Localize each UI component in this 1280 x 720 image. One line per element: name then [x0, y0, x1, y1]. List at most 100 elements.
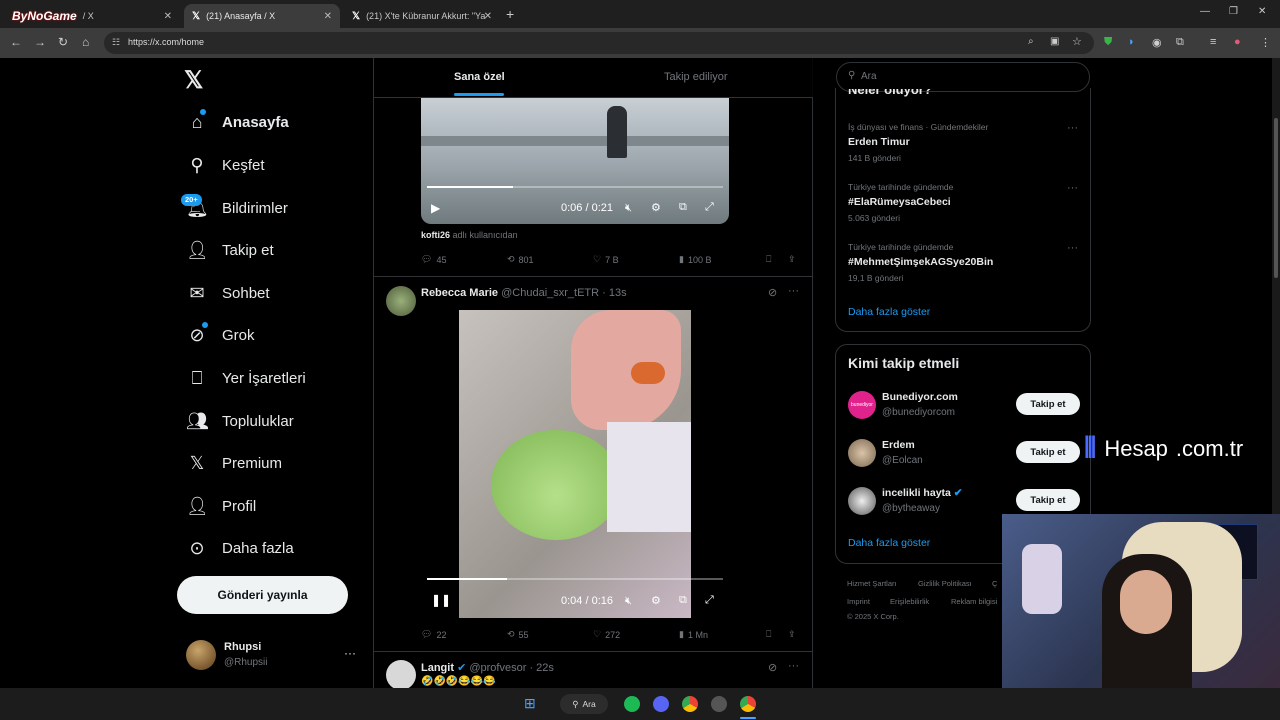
- minimize-icon[interactable]: —: [1200, 6, 1210, 17]
- scrollbar-thumb[interactable]: [1274, 118, 1278, 278]
- post-menu-icon[interactable]: ···: [788, 285, 799, 297]
- follow-button[interactable]: Takip et: [1016, 489, 1080, 511]
- credit-user[interactable]: kofti26: [421, 230, 450, 240]
- nav-grok[interactable]: ⊘ Grok: [186, 320, 254, 350]
- share-action[interactable]: ⇪: [788, 629, 796, 640]
- follow-button[interactable]: Takip et: [1016, 441, 1080, 463]
- restore-icon[interactable]: ❐: [1229, 6, 1238, 17]
- discord-icon[interactable]: [653, 696, 669, 712]
- suggestion-name[interactable]: Erdem: [882, 439, 915, 451]
- post3-handle[interactable]: @profvesor: [469, 662, 526, 674]
- footer-cookie[interactable]: Ç: [992, 579, 997, 588]
- pause-icon[interactable]: ❚❚: [431, 593, 451, 607]
- repost-action[interactable]: ⟲ 801: [507, 254, 534, 265]
- like-action[interactable]: ♡ 7 B: [593, 254, 619, 265]
- shield-extension-icon[interactable]: ⛊: [1104, 36, 1112, 49]
- suggestion-avatar[interactable]: [848, 439, 876, 467]
- post3-avatar[interactable]: [386, 660, 416, 688]
- bookmark-action[interactable]: ⎕: [766, 254, 771, 265]
- play-icon[interactable]: ▶: [431, 201, 440, 215]
- follow-show-more[interactable]: Daha fazla göster: [848, 537, 930, 549]
- bookmark-action[interactable]: ⎕: [766, 629, 771, 640]
- suggestion-name[interactable]: incelikli hayta: [882, 487, 951, 499]
- forward-icon[interactable]: →: [34, 35, 46, 49]
- post-menu-icon[interactable]: ···: [788, 660, 799, 672]
- nav-premium[interactable]: 𝕏 Premium: [186, 448, 282, 478]
- video-progress-track[interactable]: [427, 578, 723, 580]
- profile-avatar-icon[interactable]: ●: [1234, 36, 1241, 48]
- url-field[interactable]: ☷ https://x.com/home ⌕ ▣ ☆: [104, 32, 1094, 54]
- media-icon[interactable]: ≡: [1210, 36, 1216, 48]
- site-info-icon[interactable]: ☷: [112, 37, 120, 48]
- browser-tab-3[interactable]: 𝕏 (21) X'te Kübranur Akkurt: "Ya ✕: [344, 4, 500, 28]
- post2-avatar[interactable]: [386, 286, 416, 316]
- settings-icon[interactable]: ⚙: [651, 594, 661, 607]
- share-action[interactable]: ⇪: [788, 254, 796, 265]
- mute-icon[interactable]: 🔇︎: [625, 595, 632, 608]
- footer-privacy[interactable]: Gizlilik Politikası: [918, 579, 972, 588]
- trend-menu-icon[interactable]: ···: [1067, 242, 1078, 254]
- pip-icon[interactable]: ⧉: [679, 201, 687, 214]
- close-tab-icon[interactable]: ✕: [324, 11, 332, 22]
- close-tab-icon[interactable]: ✕: [164, 11, 172, 22]
- chrome-icon[interactable]: [682, 696, 698, 712]
- taskbar-search[interactable]: ⚲ Ara: [560, 694, 608, 714]
- nav-bookmarks[interactable]: ⎕ Yer İşaretleri: [186, 363, 306, 393]
- grok-explain-icon[interactable]: ⊘: [768, 661, 777, 674]
- reply-action[interactable]: 💬︎ 45: [421, 254, 446, 265]
- suggestion-avatar[interactable]: bunediyor: [848, 391, 876, 419]
- post2-video[interactable]: ❚❚ 0:04 / 0:16 🔇︎ ⚙ ⧉ ⤢: [421, 310, 729, 618]
- reload-icon[interactable]: ↻: [58, 35, 68, 49]
- repost-action[interactable]: ⟲ 55: [507, 629, 529, 640]
- settings-icon[interactable]: ⚙: [651, 201, 661, 214]
- account-avatar[interactable]: [186, 640, 216, 670]
- browser-tab-1[interactable]: ByNoGame / X ✕: [4, 4, 180, 28]
- pip-icon[interactable]: ⧉: [679, 594, 687, 607]
- tab-for-you[interactable]: Sana özel: [454, 71, 505, 83]
- obs-icon[interactable]: [711, 696, 727, 712]
- trends-show-more[interactable]: Daha fazla göster: [848, 306, 930, 318]
- suggestion-name[interactable]: Bunediyor.com: [882, 391, 958, 403]
- account-menu-icon[interactable]: ···: [344, 646, 356, 660]
- footer-ads-info[interactable]: Reklam bilgisi: [951, 597, 997, 606]
- post3-name[interactable]: Langit: [421, 662, 454, 674]
- suggestion-avatar[interactable]: [848, 487, 876, 515]
- footer-imprint[interactable]: Imprint: [847, 597, 870, 606]
- nav-follow[interactable]: 👤︎ Takip et: [186, 235, 274, 265]
- windows-start-icon[interactable]: ⊞: [524, 695, 536, 712]
- views-action[interactable]: ▮ 1 Mn: [679, 629, 708, 640]
- close-window-icon[interactable]: ✕: [1258, 6, 1266, 17]
- fullscreen-icon[interactable]: ⤢: [705, 594, 714, 607]
- follow-button[interactable]: Takip et: [1016, 393, 1080, 415]
- zoom-icon[interactable]: ⌕: [1028, 36, 1034, 47]
- trend-menu-icon[interactable]: ···: [1067, 182, 1078, 194]
- video-progress-track[interactable]: [427, 186, 723, 188]
- reply-action[interactable]: 💬︎ 22: [421, 629, 446, 640]
- post-button[interactable]: Gönderi yayınla: [177, 576, 348, 614]
- menu-icon[interactable]: ⋮: [1260, 36, 1271, 49]
- star-icon[interactable]: ☆: [1072, 35, 1082, 48]
- post2-handle[interactable]: @Chudai_sxr_tETR: [501, 287, 599, 299]
- new-tab-button[interactable]: +: [506, 6, 514, 22]
- translate-extension-icon[interactable]: ◗: [1128, 36, 1135, 48]
- back-icon[interactable]: ←: [10, 35, 22, 49]
- trend-item[interactable]: Türkiye tarihinde gündemde #MehmetŞimşek…: [836, 238, 1090, 288]
- trend-item[interactable]: İş dünyası ve finans · Gündemdekiler Erd…: [836, 118, 1090, 168]
- nav-communities[interactable]: 👥︎ Topluluklar: [186, 406, 294, 436]
- nav-explore[interactable]: ⚲ Keşfet: [186, 150, 264, 180]
- post2-name[interactable]: Rebecca Marie: [421, 287, 498, 299]
- close-tab-icon[interactable]: ✕: [484, 11, 492, 22]
- tab-following[interactable]: Takip ediliyor: [664, 71, 728, 83]
- spotify-icon[interactable]: [624, 696, 640, 712]
- extension-icon[interactable]: ◉: [1152, 36, 1162, 49]
- post1-video[interactable]: ▶ 0:06 / 0:21 🔇︎ ⚙ ⧉ ⤢: [421, 98, 729, 224]
- cast-icon[interactable]: ▣: [1050, 36, 1059, 47]
- views-action[interactable]: ▮ 100 B: [679, 254, 711, 265]
- nav-messages[interactable]: ✉ Sohbet: [186, 278, 269, 308]
- browser-tab-2[interactable]: 𝕏 (21) Anasayfa / X ✕: [184, 4, 340, 28]
- like-action[interactable]: ♡ 272: [593, 629, 620, 640]
- home-browser-icon[interactable]: ⌂: [82, 35, 89, 49]
- puzzle-icon[interactable]: ⧉: [1176, 36, 1184, 49]
- fullscreen-icon[interactable]: ⤢: [705, 201, 714, 214]
- chrome-icon[interactable]: [740, 696, 756, 712]
